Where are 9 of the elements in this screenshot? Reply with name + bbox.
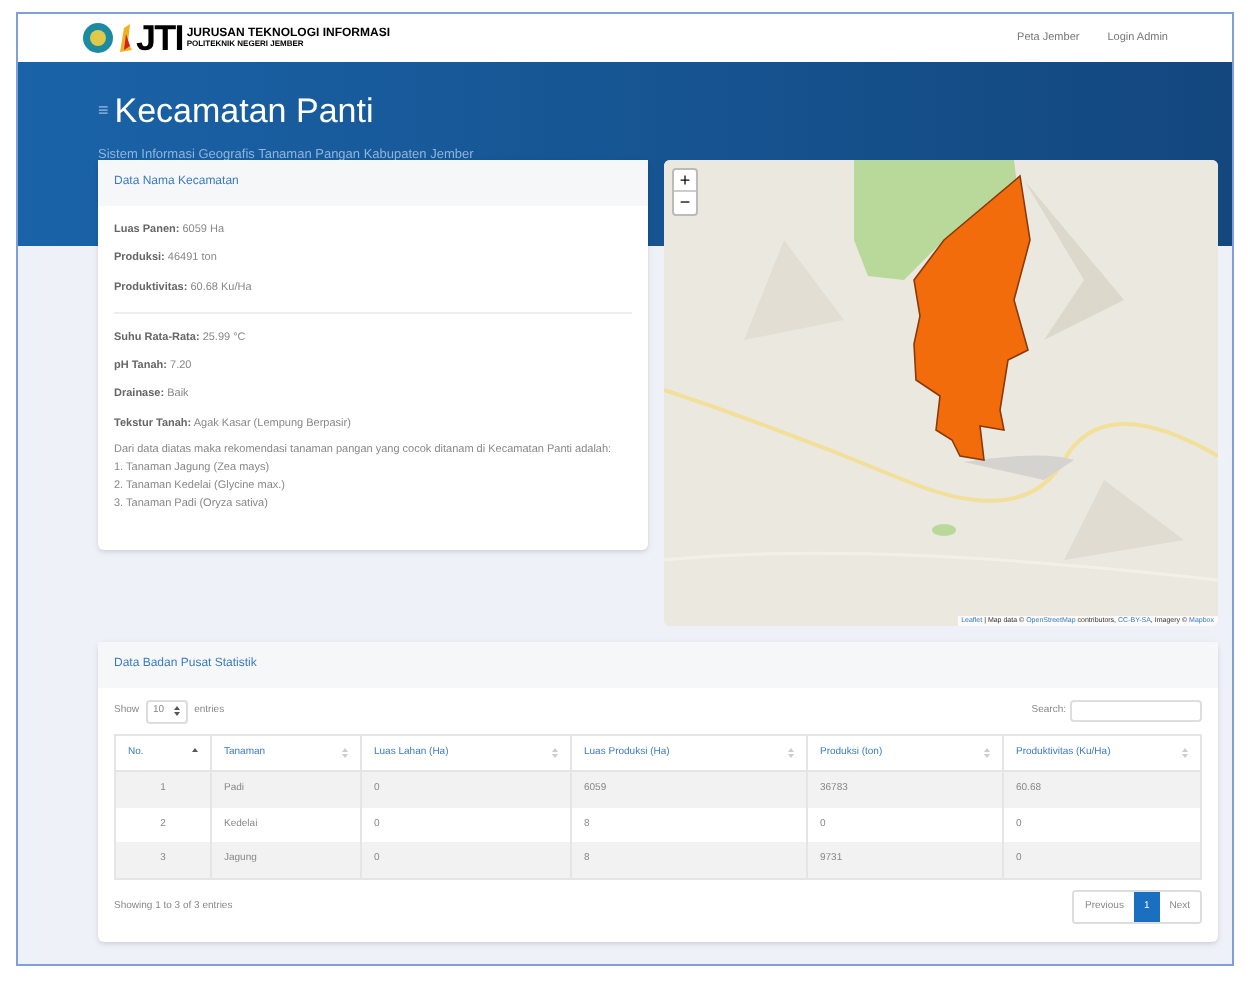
- select-arrows-icon: [174, 706, 181, 717]
- flame-icon: [118, 22, 132, 54]
- header-icon: ≡: [98, 98, 109, 125]
- zoom-in-button[interactable]: +: [674, 170, 696, 192]
- emblem-icon: [82, 22, 114, 54]
- zoom-out-button[interactable]: −: [674, 192, 696, 214]
- page-title: Kecamatan Panti: [114, 90, 374, 134]
- logo-text: JTI: [136, 20, 183, 56]
- search-field[interactable]: [1070, 700, 1202, 723]
